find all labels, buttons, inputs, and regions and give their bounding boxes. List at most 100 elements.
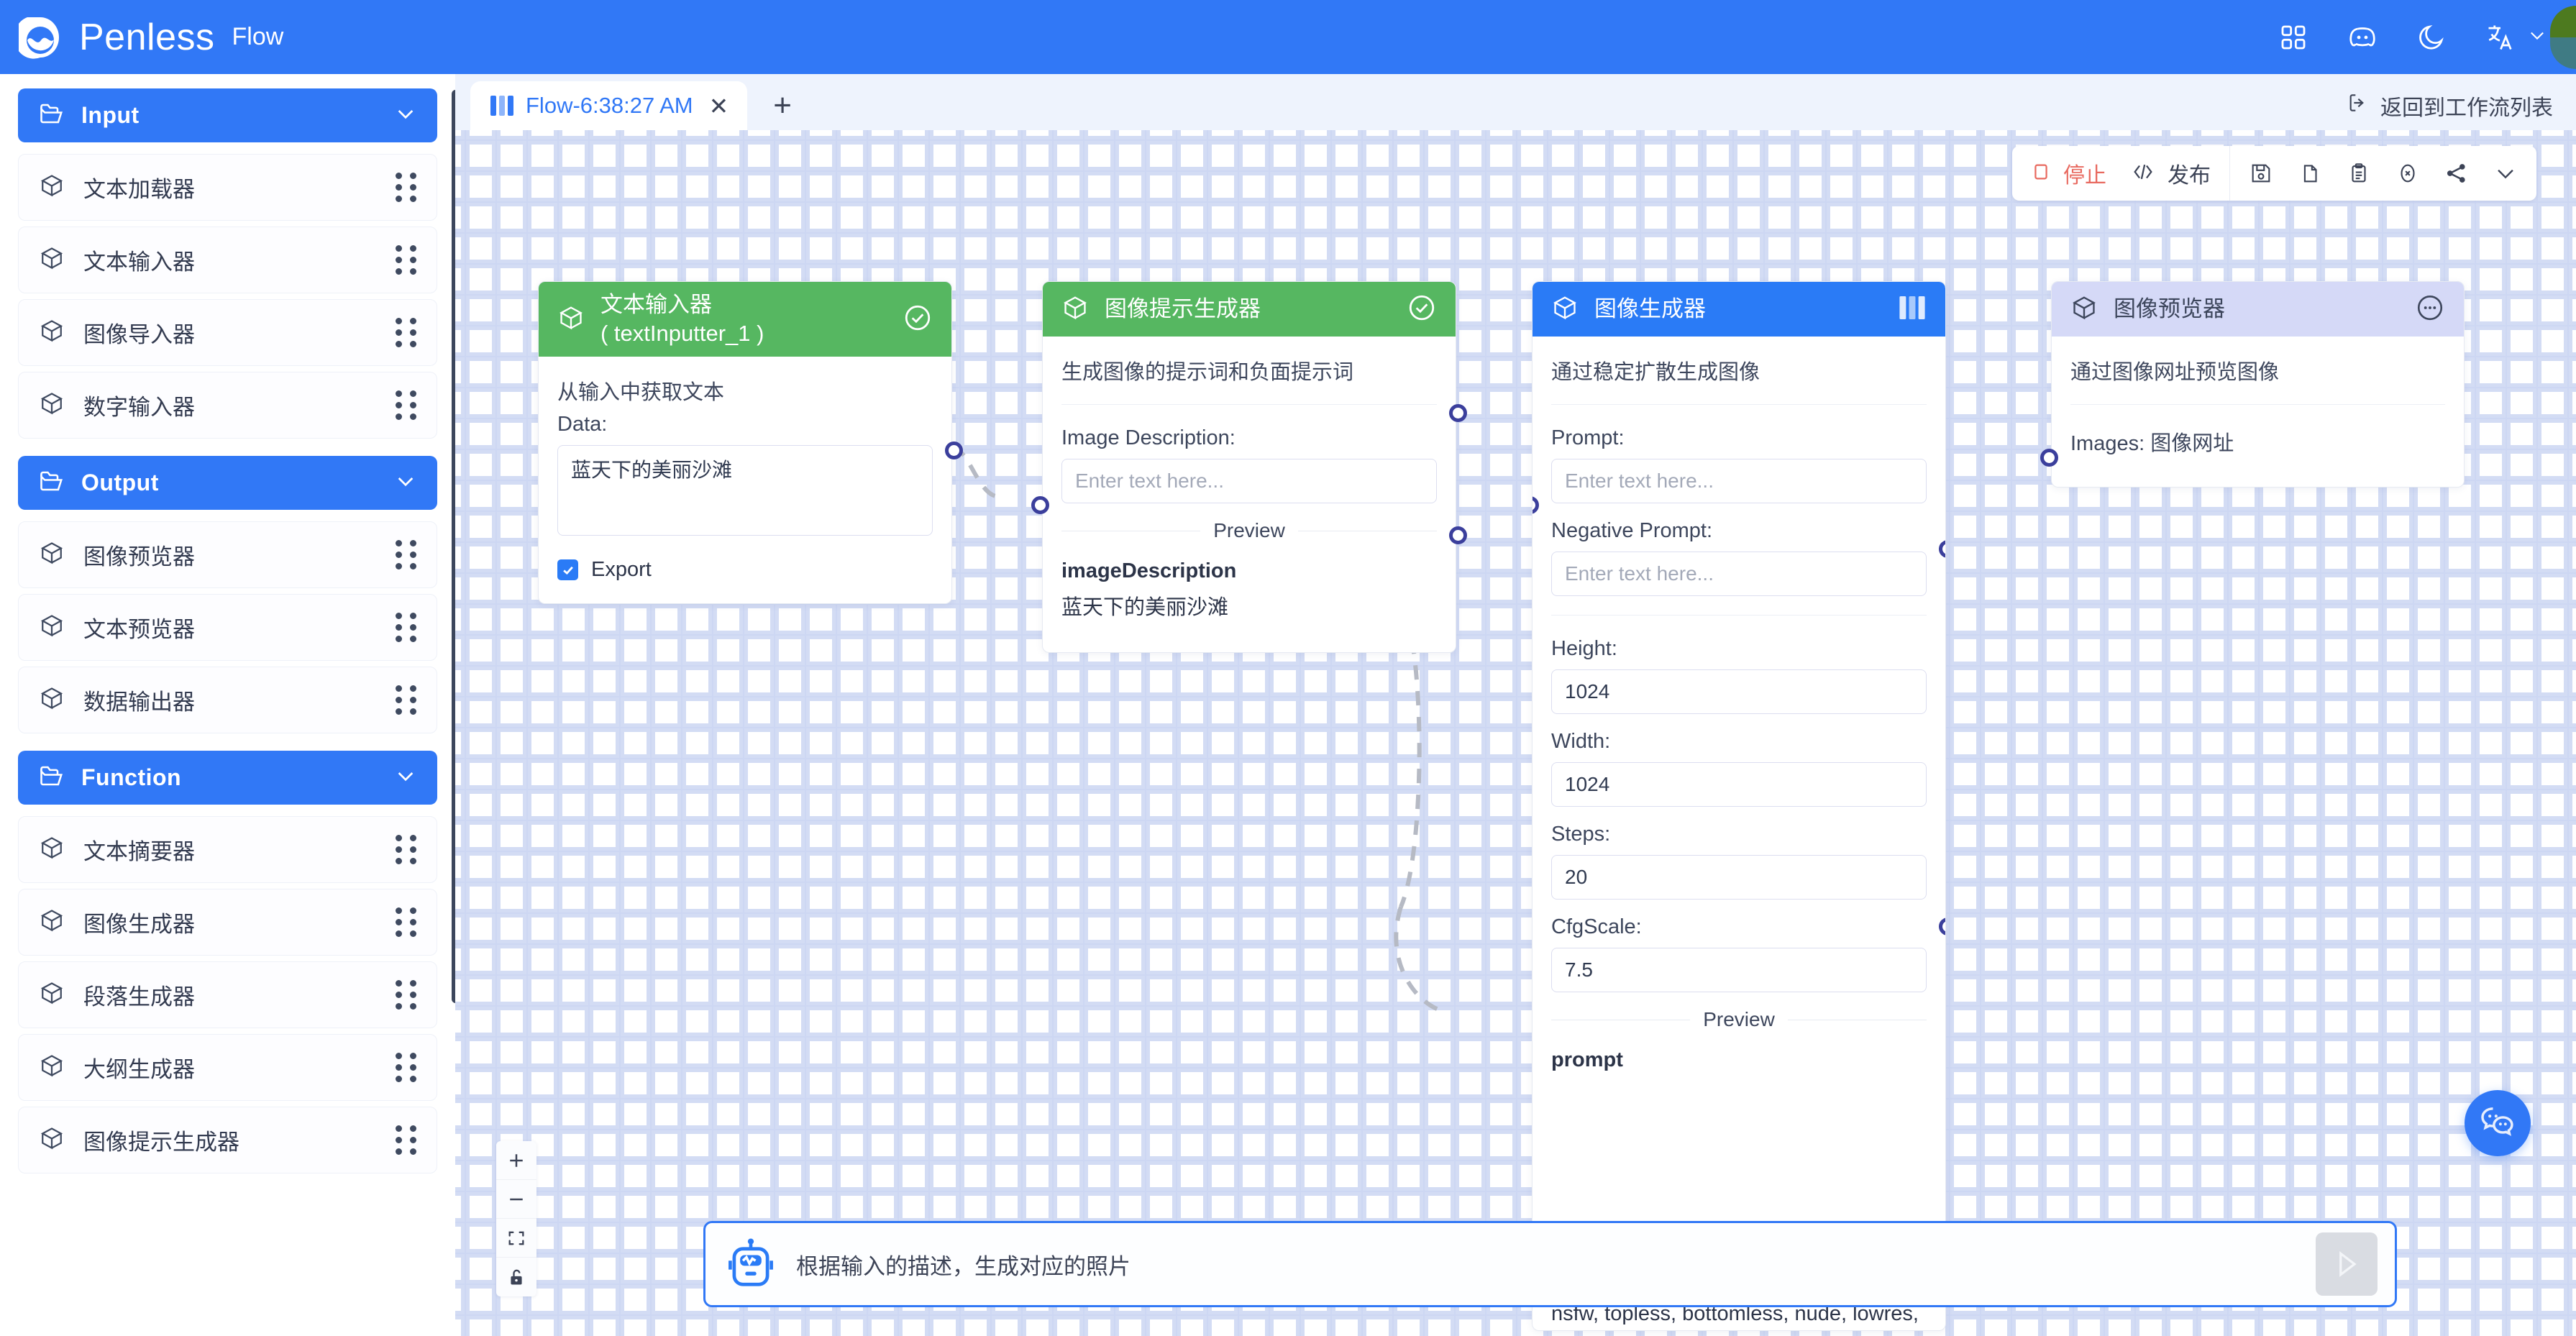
sidebar-item-image-prompt-generator[interactable]: 图像提示生成器 (18, 1107, 437, 1173)
drag-handle-icon[interactable] (396, 318, 416, 347)
image-description-input[interactable] (1061, 459, 1437, 503)
drag-handle-icon[interactable] (396, 613, 416, 642)
node-title: 图像生成器 (1594, 296, 1706, 322)
node-text-inputter[interactable]: 文本输入器 ( textInputter_1 ) 从输入中获取文本 Data: (538, 281, 963, 604)
paste-icon[interactable] (2347, 161, 2371, 186)
width-input[interactable] (1551, 762, 1927, 807)
sidebar-group-input[interactable]: Input (18, 88, 437, 142)
copy-icon[interactable] (2298, 161, 2322, 186)
chat-input-bar[interactable]: 根据输入的描述，生成对应的照片 (703, 1221, 2397, 1307)
sidebar-item-image-previewer[interactable]: 图像预览器 (18, 521, 437, 588)
node-header[interactable]: 文本输入器 ( textInputter_1 ) (539, 282, 951, 357)
share-icon[interactable] (2444, 161, 2469, 186)
drag-handle-icon[interactable] (396, 1053, 416, 1082)
drag-handle-icon[interactable] (396, 540, 416, 569)
sidebar-item-image-importer[interactable]: 图像导入器 (18, 299, 437, 366)
node-input-port-images[interactable] (2040, 449, 2058, 467)
back-to-workflow-list-button[interactable]: 返回到工作流列表 (2346, 90, 2553, 122)
zoom-in-button[interactable] (496, 1141, 536, 1180)
negative-prompt-input[interactable] (1551, 552, 1927, 596)
chat-fab-button[interactable] (2465, 1090, 2531, 1156)
apps-grid-icon[interactable] (2277, 21, 2310, 54)
drag-handle-icon[interactable] (396, 245, 416, 275)
preview-divider: Preview (1061, 519, 1437, 542)
drag-handle-icon[interactable] (396, 390, 416, 420)
sidebar-item-paragraph-generator[interactable]: 段落生成器 (18, 961, 437, 1028)
zoom-out-button[interactable] (496, 1180, 536, 1219)
cube-icon (39, 685, 65, 715)
moon-icon[interactable] (2415, 21, 2448, 54)
penless-logo-icon (14, 14, 65, 60)
steps-input[interactable] (1551, 855, 1927, 900)
drag-handle-icon[interactable] (396, 685, 416, 715)
flow-canvas[interactable]: 停止 发布 文本输入器 (textInputter_1) 从输入中获取文本 … (455, 130, 2576, 1336)
stop-label: 停止 (2063, 164, 2106, 188)
discord-icon[interactable] (2346, 21, 2379, 54)
node-header[interactable]: 图像提示生成器 (1043, 282, 1456, 337)
node-images-section: Images: 图像网址 (2070, 404, 2445, 487)
stop-button[interactable]: 停止 (2031, 157, 2106, 189)
sidebar-group-label: Input (81, 102, 140, 128)
node-output-port[interactable] (945, 441, 963, 459)
drag-handle-icon[interactable] (396, 907, 416, 937)
sidebar-item-text-inputter[interactable]: 文本输入器 (18, 227, 437, 293)
stop-square-icon (2031, 162, 2051, 186)
sidebar-item-text-summarizer[interactable]: 文本摘要器 (18, 816, 437, 883)
cfgscale-input[interactable] (1551, 948, 1927, 992)
sidebar-item-text-previewer[interactable]: 文本预览器 (18, 594, 437, 661)
cfgscale-label: CfgScale: (1551, 915, 1642, 938)
data-textarea[interactable] (557, 445, 933, 536)
close-icon[interactable]: ✕ (709, 94, 729, 118)
sidebar-group-output[interactable]: Output (18, 456, 437, 510)
export-checkbox-row[interactable]: Export (557, 558, 933, 582)
node-image-prompt-generator[interactable]: 图像提示生成器 生成图像的提示词和负面提示词 Image Description… (1031, 281, 1467, 653)
export-checkbox[interactable] (557, 559, 578, 580)
node-fields-section: Image Description: (1061, 404, 1437, 503)
node-output-port-negative[interactable] (1449, 526, 1467, 544)
publish-button[interactable]: 发布 (2131, 157, 2211, 189)
prompt-input[interactable] (1551, 459, 1927, 503)
language-switcher[interactable] (2484, 21, 2547, 54)
chevron-down-icon (394, 102, 417, 129)
node-status-check-icon[interactable] (903, 303, 933, 337)
node-header[interactable]: 图像生成器 (1533, 282, 1945, 337)
sidebar-item-outline-generator[interactable]: 大纲生成器 (18, 1034, 437, 1101)
node-image-generator[interactable]: 图像生成器 通过稳定扩散生成图像 Prompt: Negative Prompt… (1532, 281, 1946, 1331)
folder-icon (38, 763, 64, 792)
height-input[interactable] (1551, 669, 1927, 714)
sidebar-item-image-generator[interactable]: 图像生成器 (18, 889, 437, 956)
cube-icon (39, 390, 65, 420)
sidebar-group-function[interactable]: Function (18, 751, 437, 805)
preview-key: imageDescription (1061, 559, 1237, 582)
node-output-port-prompt[interactable] (1449, 404, 1467, 422)
sidebar-item-text-loader[interactable]: 文本加载器 (18, 154, 437, 221)
chevron-down-icon[interactable] (2493, 161, 2518, 186)
fit-view-button[interactable] (496, 1219, 536, 1258)
node-image-previewer[interactable]: 图像预览器 通过图像网址预览图像 Images: 图像网址 (2040, 281, 2465, 488)
cube-icon (39, 173, 65, 202)
lock-open-button[interactable] (496, 1258, 536, 1296)
drag-handle-icon[interactable] (396, 173, 416, 202)
node-input-port-image-description[interactable] (1031, 496, 1049, 514)
brand[interactable]: Penless Flow (14, 14, 284, 60)
node-status-check-icon[interactable] (1407, 293, 1437, 326)
send-button[interactable] (2316, 1232, 2378, 1296)
app-root: Penless Flow Input 文本加载器 文本输入器 图像导入器 数字输… (0, 0, 2576, 1336)
sidebar-item-data-outputter[interactable]: 数据输出器 (18, 667, 437, 733)
save-icon[interactable] (2249, 161, 2273, 186)
new-tab-button[interactable]: + (773, 90, 792, 130)
sidebar-item-number-inputter[interactable]: 数字输入器 (18, 372, 437, 439)
drag-handle-icon[interactable] (396, 980, 416, 1010)
drag-handle-icon[interactable] (396, 835, 416, 864)
node-header[interactable]: 图像预览器 (2052, 282, 2464, 337)
avatar[interactable] (2550, 6, 2576, 69)
tab-strip: Flow-6:38:27 AM ✕ + 返回到工作流列表 (455, 74, 2576, 130)
canvas-toolbar-run-group: 停止 发布 (2012, 146, 2229, 201)
drag-handle-icon[interactable] (396, 1125, 416, 1155)
product-name: Flow (232, 23, 284, 50)
tab-flow[interactable]: Flow-6:38:27 AM ✕ (470, 81, 748, 130)
clear-icon[interactable] (2395, 161, 2420, 186)
cube-icon (557, 304, 585, 335)
negative-prompt-label: Negative Prompt: (1551, 519, 1713, 542)
node-more-options-icon[interactable] (2415, 293, 2445, 326)
